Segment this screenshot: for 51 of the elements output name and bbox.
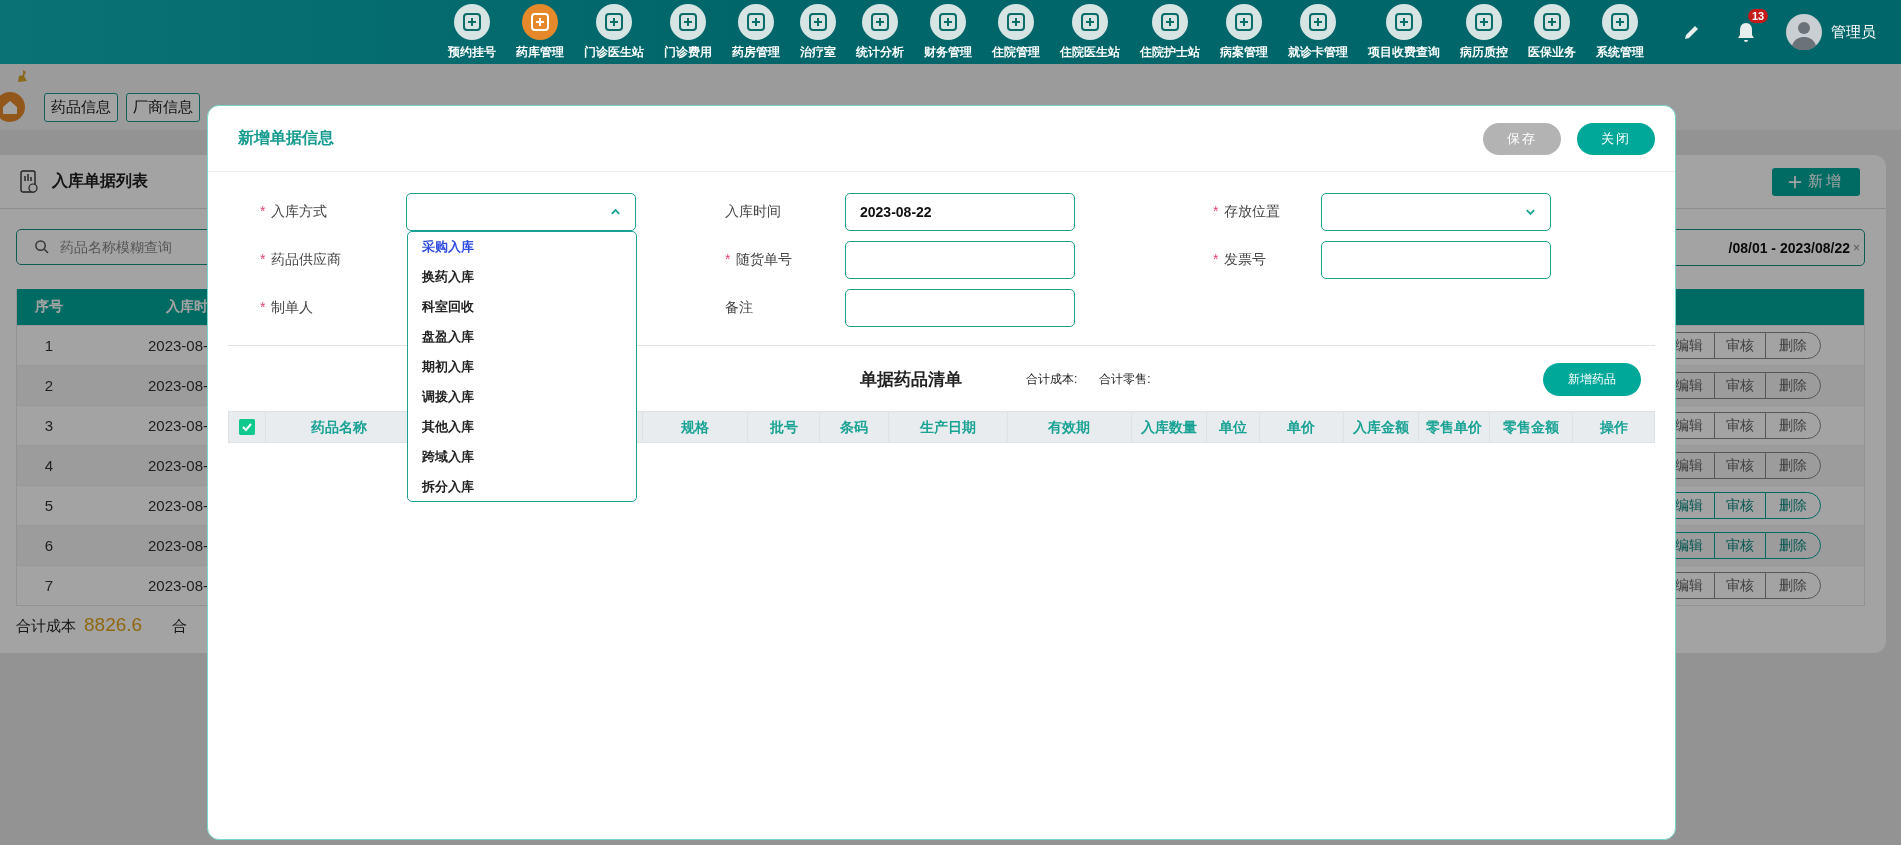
column-header: 条码 xyxy=(819,412,888,442)
column-header: 批号 xyxy=(747,412,820,442)
total-cost-value: 8826.6 xyxy=(84,614,143,636)
required-mark: * xyxy=(1213,203,1219,219)
table-cell-text: 7 xyxy=(43,577,55,594)
table-cell-text: 2023-08- xyxy=(146,377,208,394)
field-label: 存放位置 xyxy=(1224,203,1281,219)
field-label: 发票号 xyxy=(1224,251,1267,267)
column-header: 序号 xyxy=(34,298,64,316)
total-cost-label: 合计成本: xyxy=(1026,370,1078,388)
table-cell-text: 2023-08- xyxy=(146,497,208,514)
column-header: 生产日期 xyxy=(887,412,1007,442)
table-cell-text: 4 xyxy=(43,457,55,474)
column-header: 有效期 xyxy=(1006,412,1132,442)
total-cost-label: 合计成本 xyxy=(16,617,76,636)
table-cell-text: 2023-08- xyxy=(146,537,208,554)
notification-badge: 13 xyxy=(1748,9,1769,23)
column-header: 零售金额 xyxy=(1489,412,1573,442)
column-header: 操作 xyxy=(1572,412,1654,442)
required-mark: * xyxy=(725,251,731,267)
list-title: 入库单据列表 xyxy=(52,171,148,191)
field-label: 备注 xyxy=(725,299,753,315)
column-header: 规格 xyxy=(641,412,748,442)
column-header: 单价 xyxy=(1259,412,1343,442)
total-retail-label: 合 xyxy=(172,617,188,636)
table-cell-text: 6 xyxy=(43,537,55,554)
table-cell-text: 2023-08- xyxy=(146,417,208,434)
table-cell-text: 1 xyxy=(43,337,55,354)
field-label: 制单人 xyxy=(271,299,314,315)
table-cell-text: 5 xyxy=(43,497,55,514)
column-header: 入库金额 xyxy=(1342,412,1418,442)
field-label: 药品供应商 xyxy=(271,251,342,267)
column-header: 入库数量 xyxy=(1131,412,1207,442)
table-cell-text: 2 xyxy=(43,377,55,394)
column-header: 入库时 xyxy=(165,298,208,316)
field-label: 入库方式 xyxy=(271,203,328,219)
field-label: 入库时间 xyxy=(725,203,781,219)
total-retail-label: 合计零售: xyxy=(1099,370,1151,388)
dialog-title: 新增单据信息 xyxy=(238,128,334,148)
table-cell-text: 2023-08- xyxy=(146,457,208,474)
column-header: 单位 xyxy=(1206,412,1259,442)
table-cell-text: 2023-08- xyxy=(146,337,208,354)
required-mark: * xyxy=(260,203,266,219)
field-label: 随货单号 xyxy=(736,251,793,267)
section-title: 单据药品清单 xyxy=(860,368,962,391)
column-header: 零售单价 xyxy=(1417,412,1490,442)
required-mark: * xyxy=(260,251,266,267)
required-mark: * xyxy=(1213,251,1219,267)
required-mark: * xyxy=(260,299,266,315)
table-cell-text: 2023-08- xyxy=(146,577,208,594)
table-cell-text: 3 xyxy=(43,417,55,434)
